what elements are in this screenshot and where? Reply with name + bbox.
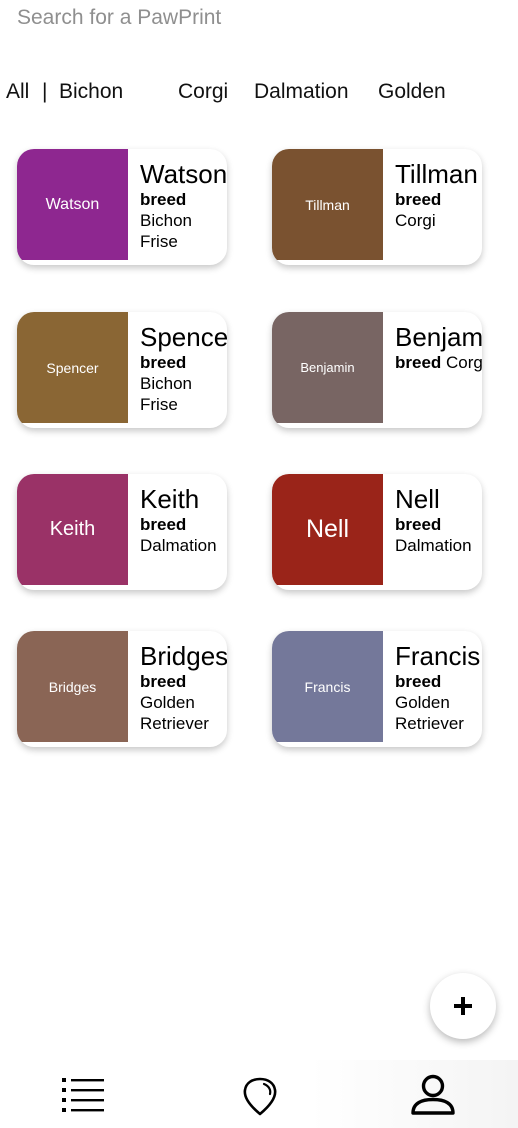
- breed-label: breed: [395, 190, 442, 209]
- pet-card-spencer[interactable]: Spencer Spencer breed Bichon Frise: [17, 312, 227, 428]
- pet-color-swatch: Francis: [272, 631, 383, 742]
- breed-label: breed: [140, 190, 187, 209]
- map-pin-icon: [243, 1077, 277, 1116]
- pet-card-keith[interactable]: Keith Keith breed Dalmation: [17, 474, 227, 590]
- pet-swatch-label: Bridges: [48, 678, 97, 695]
- breed-value: Golden: [395, 693, 450, 712]
- breed-value: Dalmation: [140, 536, 217, 555]
- breed-value: Bichon: [140, 374, 192, 393]
- pet-card-benjamin[interactable]: Benjamin Benjamin breed Corgi: [272, 312, 482, 428]
- pet-card-bridges[interactable]: Bridges Bridges breed Golden Retriever: [17, 631, 227, 747]
- pet-name: Tillman: [395, 159, 478, 189]
- breed-label: breed: [140, 672, 187, 691]
- profile-icon: [411, 1074, 455, 1115]
- app-screen: All | Bichon Corgi Dalmation Golden Wats…: [0, 0, 518, 1128]
- pet-color-swatch: Bridges: [17, 631, 128, 742]
- breed-label: breed: [395, 515, 442, 534]
- pet-swatch-label: Tillman: [305, 196, 350, 213]
- pet-info: Tillman breed Corgi: [395, 159, 482, 231]
- bottom-nav: [0, 1060, 518, 1128]
- pet-card-francis[interactable]: Francis Francis breed Golden Retriever: [272, 631, 482, 747]
- pet-color-swatch: Watson: [17, 149, 128, 260]
- pet-color-swatch: Benjamin: [272, 312, 383, 423]
- pet-info: Bridges breed Golden Retriever: [140, 641, 227, 734]
- breed-label: breed: [140, 515, 187, 534]
- pet-swatch-label: Keith: [49, 518, 96, 540]
- pet-swatch-label: Benjamin: [300, 360, 355, 375]
- pet-name: Bridges: [140, 641, 227, 671]
- nav-map-button[interactable]: [242, 1076, 278, 1121]
- pet-name: Keith: [140, 484, 200, 514]
- pet-card-nell[interactable]: Nell Nell breed Dalmation: [272, 474, 482, 590]
- pet-color-swatch: Tillman: [272, 149, 383, 260]
- pet-color-swatch: Nell: [272, 474, 383, 585]
- pet-color-swatch: Keith: [17, 474, 128, 585]
- nav-list-button[interactable]: [62, 1074, 106, 1119]
- pet-swatch-label: Nell: [305, 515, 350, 543]
- breed-value: Bichon: [140, 211, 192, 230]
- pet-info: Keith breed Dalmation: [140, 484, 227, 556]
- breed-label: breed: [395, 353, 442, 372]
- filter-all[interactable]: All: [6, 80, 29, 104]
- pet-info: Benjamin breed Corgi: [395, 322, 482, 373]
- add-pet-button[interactable]: [430, 973, 496, 1039]
- breed-value-cont: Frise: [140, 395, 178, 414]
- filter-golden[interactable]: Golden: [378, 80, 446, 104]
- filter-separator: |: [42, 80, 48, 103]
- breed-value: Golden: [140, 693, 195, 712]
- breed-value-cont: Retriever: [140, 714, 209, 733]
- search-input[interactable]: [17, 4, 497, 32]
- pet-card-tillman[interactable]: Tillman Tillman breed Corgi: [272, 149, 482, 265]
- breed-value-cont: Frise: [140, 232, 178, 251]
- pet-info: Watson breed Bichon Frise: [140, 159, 227, 252]
- filter-bichon[interactable]: Bichon: [59, 80, 123, 104]
- list-icon: [62, 1078, 104, 1112]
- filter-corgi[interactable]: Corgi: [178, 80, 228, 104]
- pet-name: Francis: [395, 641, 481, 671]
- breed-label: breed: [395, 672, 442, 691]
- filter-dalmation[interactable]: Dalmation: [254, 80, 349, 104]
- nav-profile-button[interactable]: [410, 1074, 456, 1121]
- pet-info: Spencer breed Bichon Frise: [140, 322, 227, 415]
- breed-label: breed: [140, 353, 187, 372]
- breed-value-cont: Retriever: [395, 714, 464, 733]
- pet-info: Francis breed Golden Retriever: [395, 641, 482, 734]
- pet-card-watson[interactable]: Watson Watson breed Bichon Frise: [17, 149, 227, 265]
- breed-filter-bar: All | Bichon Corgi Dalmation Golden: [0, 80, 518, 108]
- pet-swatch-label: Watson: [45, 195, 100, 213]
- breed-value: Dalmation: [395, 536, 472, 555]
- pet-color-swatch: Spencer: [17, 312, 128, 423]
- pet-name: Benjamin: [395, 322, 482, 352]
- breed-value: Corgi: [395, 211, 436, 230]
- pet-name: Nell: [395, 484, 440, 514]
- pet-name: Spencer: [140, 322, 227, 352]
- pet-swatch-label: Spencer: [46, 359, 99, 376]
- pet-info: Nell breed Dalmation: [395, 484, 482, 556]
- pet-swatch-label: Francis: [304, 678, 351, 695]
- pet-name: Watson: [140, 159, 227, 189]
- breed-value: Corgi: [446, 353, 482, 372]
- plus-icon: [454, 997, 472, 1015]
